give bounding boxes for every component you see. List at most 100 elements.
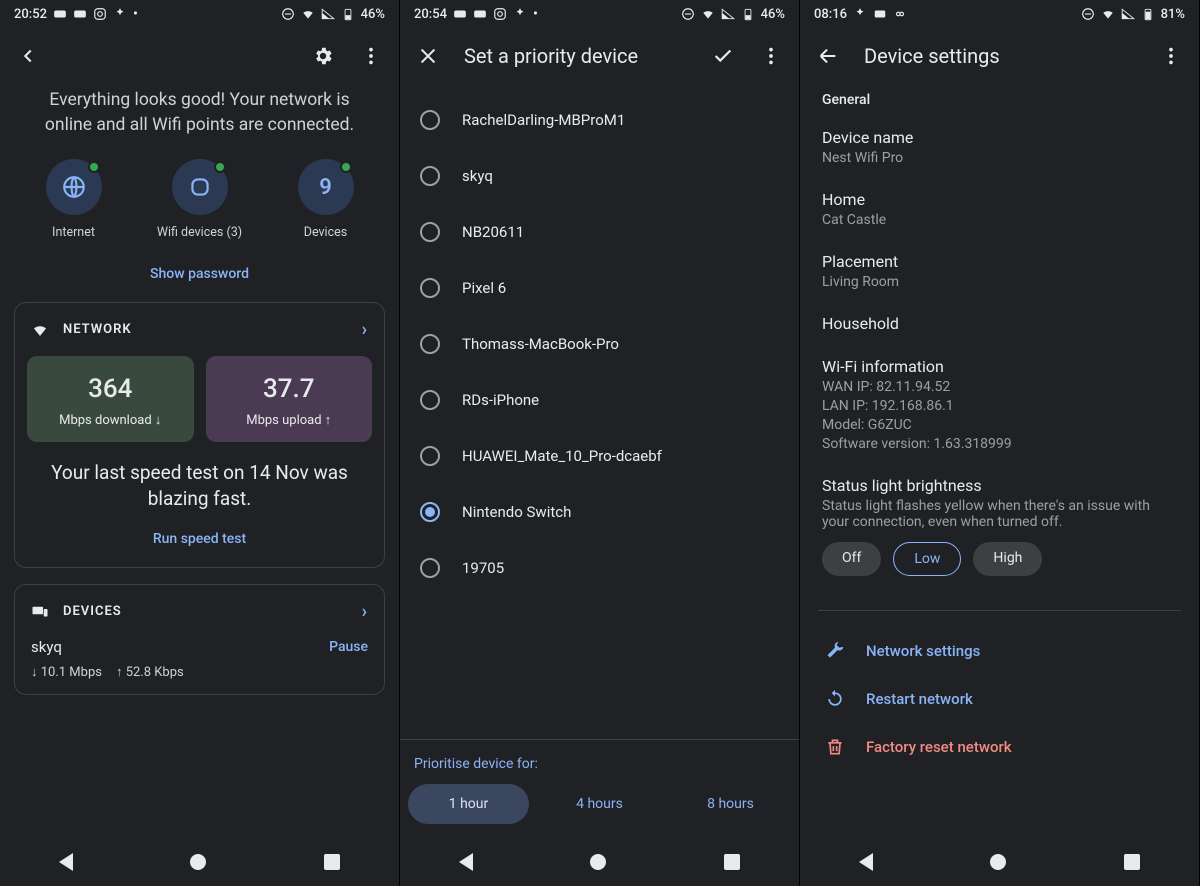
brightness-off-chip[interactable]: Off [822, 542, 881, 576]
show-password-button[interactable]: Show password [14, 250, 385, 302]
status-light-setting: Status light brightness Status light fla… [818, 470, 1181, 600]
overflow-menu-button[interactable] [751, 36, 791, 76]
priority-device-option[interactable]: HUAWEI_Mate_10_Pro-dcaebf [412, 428, 787, 484]
device-option-label: RDs-iPhone [462, 391, 539, 409]
wifi-devices-tile[interactable]: Wifi devices (3) [155, 159, 245, 240]
back-button[interactable] [8, 36, 48, 76]
devices-card: DEVICES › skyq Pause ↓ 10.1 Mbps ↑ 52.8 … [14, 584, 385, 695]
device-option-label: skyq [462, 167, 493, 185]
network-card: NETWORK › 364 Mbps download ↓ 37.7 Mbps … [14, 302, 385, 568]
nav-recent-button[interactable] [324, 854, 340, 870]
settings-gear-button[interactable] [303, 36, 343, 76]
status-tiles: Internet Wifi devices (3) 9 Devices [14, 159, 385, 240]
phone-screen-1: 20:52 • 46% Everything looks good! Your … [0, 0, 400, 886]
chevron-right-icon: › [362, 601, 368, 622]
network-settings-action[interactable]: Network settings [818, 627, 1181, 675]
radio-icon [420, 390, 440, 410]
device-name-setting[interactable]: Device name Nest Wifi Pro [818, 122, 1181, 184]
nav-home-button[interactable] [590, 854, 606, 870]
priority-device-option[interactable]: RachelDarling-MBProM1 [412, 92, 787, 148]
priority-device-option[interactable]: Nintendo Switch [412, 484, 787, 540]
priority-device-option[interactable]: skyq [412, 148, 787, 204]
duration-chip-row: 1 hour4 hours8 hours [408, 784, 791, 824]
device-name: skyq [31, 638, 62, 656]
radio-icon [420, 558, 440, 578]
nav-recent-button[interactable] [1124, 854, 1140, 870]
priority-device-option[interactable]: 19705 [412, 540, 787, 596]
action-label: Factory reset network [866, 738, 1012, 756]
device-option-label: Thomass-MacBook-Pro [462, 335, 619, 353]
priority-device-option[interactable]: Pixel 6 [412, 260, 787, 316]
setting-key: Device name [822, 128, 1177, 147]
nav-recent-button[interactable] [724, 854, 740, 870]
device-option-label: NB20611 [462, 223, 524, 241]
devices-card-header[interactable]: DEVICES › [15, 585, 384, 632]
setting-key: Wi-Fi information [822, 357, 1177, 376]
app-bar: Device settings [800, 28, 1199, 84]
status-bar: 08:16 81% [800, 0, 1199, 28]
run-speed-test-button[interactable]: Run speed test [15, 515, 384, 567]
android-nav-bar [400, 838, 799, 886]
dnd-icon [281, 7, 295, 21]
priority-device-option[interactable]: RDs-iPhone [412, 372, 787, 428]
radio-icon [420, 278, 440, 298]
close-button[interactable] [408, 36, 448, 76]
radio-icon [420, 222, 440, 242]
nav-back-button[interactable] [859, 853, 873, 871]
nav-home-button[interactable] [990, 854, 1006, 870]
setting-value: Nest Wifi Pro [822, 150, 1177, 166]
priority-duration-label: Prioritise device for: [408, 752, 791, 784]
restart-network-action[interactable]: Restart network [818, 675, 1181, 723]
priority-device-option[interactable]: Thomass-MacBook-Pro [412, 316, 787, 372]
household-setting[interactable]: Household [818, 308, 1181, 351]
placement-setting[interactable]: Placement Living Room [818, 246, 1181, 308]
wifi-point-icon [187, 174, 213, 200]
wifi-icon [701, 7, 715, 21]
internet-tile[interactable]: Internet [29, 159, 119, 240]
status-bar: 20:54 • 46% [400, 0, 799, 28]
status-time: 08:16 [814, 7, 847, 22]
youtube-icon [53, 7, 67, 21]
duration-chip[interactable]: 4 hours [539, 784, 660, 824]
page-title: Device settings [856, 44, 1143, 68]
brightness-high-chip[interactable]: High [973, 542, 1042, 576]
wrench-icon [824, 641, 846, 661]
duration-chip[interactable]: 1 hour [408, 784, 529, 824]
globe-icon [61, 174, 87, 200]
device-option-label: Pixel 6 [462, 279, 506, 297]
pause-device-button[interactable]: Pause [329, 639, 368, 655]
lan-ip: LAN IP: 192.168.86.1 [822, 398, 1177, 414]
notification-icon [853, 7, 867, 21]
priority-device-list: RachelDarling-MBProM1 skyq NB20611 Pixel 6 T… [410, 84, 789, 604]
brightness-low-chip[interactable]: Low [893, 542, 961, 576]
status-battery: 46% [361, 7, 385, 22]
nav-back-button[interactable] [459, 853, 473, 871]
instagram-icon [493, 7, 507, 21]
wifi-info-setting[interactable]: Wi-Fi information WAN IP: 82.11.94.52 LA… [818, 351, 1181, 470]
home-setting[interactable]: Home Cat Castle [818, 184, 1181, 246]
setting-description: Status light flashes yellow when there's… [822, 498, 1177, 530]
device-option-label: RachelDarling-MBProM1 [462, 111, 625, 129]
setting-key: Status light brightness [822, 476, 1177, 495]
factory-reset-action[interactable]: Factory reset network [818, 723, 1181, 771]
priority-device-option[interactable]: NB20611 [412, 204, 787, 260]
signal-icon [721, 7, 735, 21]
status-time: 20:52 [14, 7, 47, 22]
youtube-icon [73, 7, 87, 21]
wifi-devices-label: Wifi devices (3) [155, 225, 245, 240]
network-status-banner: Everything looks good! Your network is o… [14, 84, 385, 151]
status-battery: 81% [1161, 7, 1185, 22]
confirm-button[interactable] [703, 36, 743, 76]
nav-back-button[interactable] [59, 853, 73, 871]
radio-icon [420, 166, 440, 186]
dnd-icon [1081, 7, 1095, 21]
devices-icon [31, 603, 49, 621]
overflow-menu-button[interactable] [1151, 36, 1191, 76]
back-button[interactable] [808, 36, 848, 76]
nav-home-button[interactable] [190, 854, 206, 870]
overflow-menu-button[interactable] [351, 36, 391, 76]
devices-tile[interactable]: 9 Devices [281, 159, 371, 240]
more-notifications-dot: • [533, 7, 538, 21]
duration-chip[interactable]: 8 hours [670, 784, 791, 824]
network-card-header[interactable]: NETWORK › [15, 303, 384, 356]
